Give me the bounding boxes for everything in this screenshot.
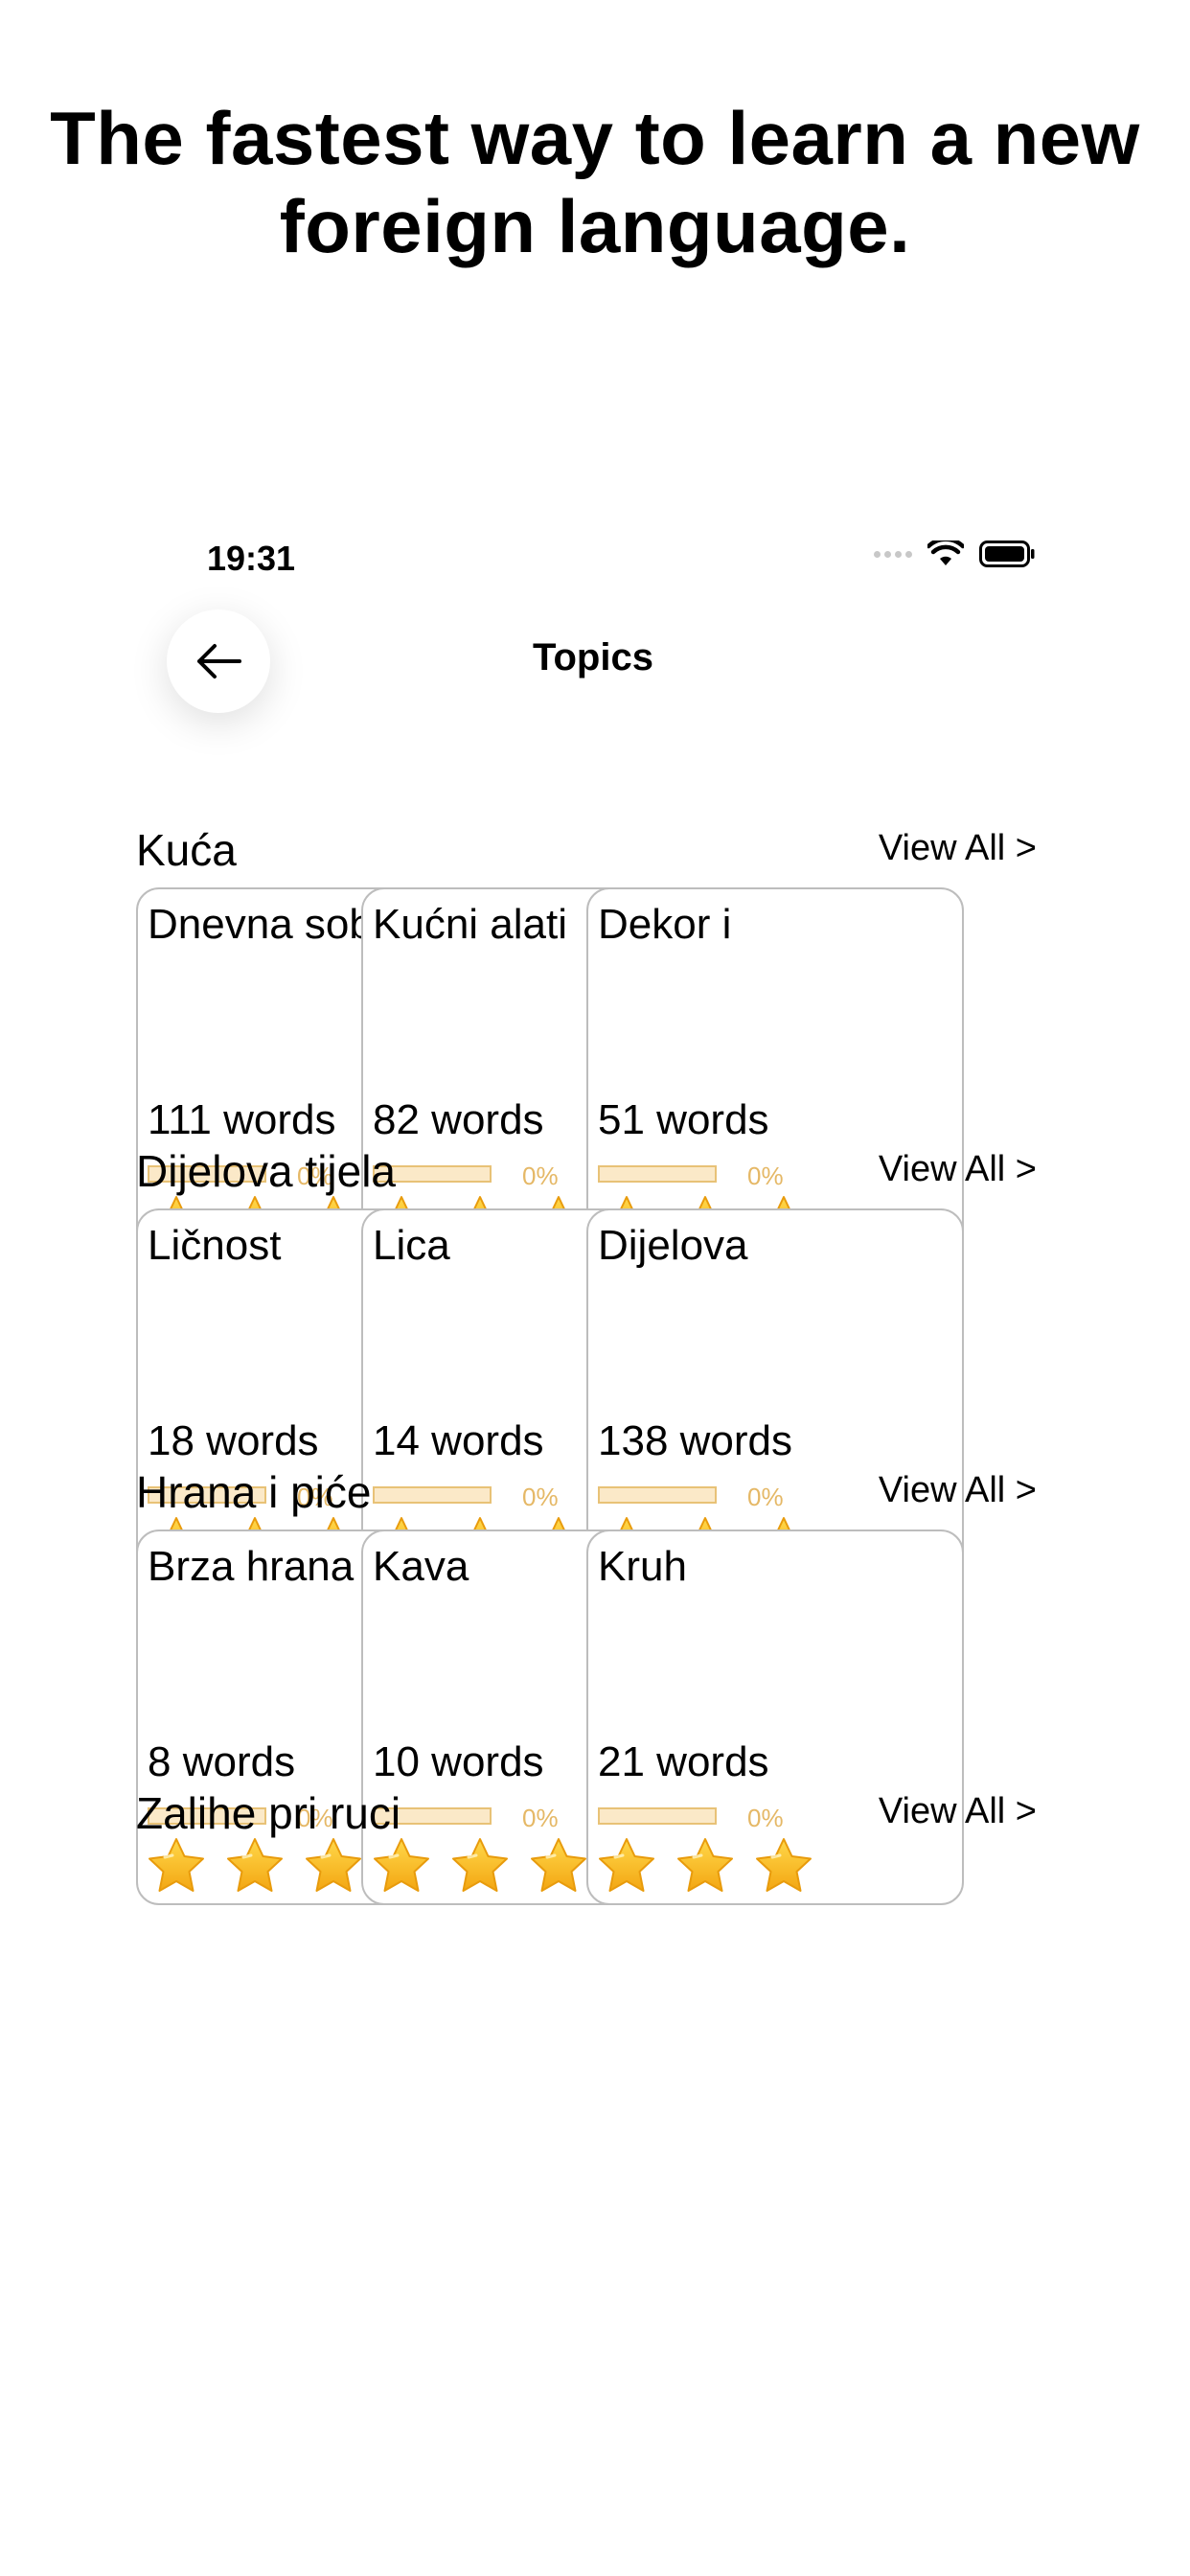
star-icon (675, 1836, 736, 1896)
word-count: 21 words (598, 1738, 769, 1785)
view-all-link[interactable]: View All > (879, 1470, 1037, 1511)
topic-card[interactable]: Kruh 21 words 0% (586, 1530, 964, 1905)
section-header: Dijelova tijela View All > (136, 1145, 1037, 1203)
star-icon (753, 1836, 814, 1896)
status-icons (874, 540, 1035, 567)
signal-icon (874, 550, 912, 558)
star-icon (371, 1836, 432, 1896)
word-count: 111 words (148, 1096, 336, 1143)
section-title: Zalihe pri ruci (136, 1788, 401, 1838)
star-rating (371, 1836, 589, 1896)
topic-card-row[interactable]: Brza hrana 8 words 0% Kava 10 words 0% Kruh 21 … (136, 1530, 1067, 1909)
word-count: 10 words (373, 1738, 544, 1785)
topic-card[interactable]: Dijelova 138 words 0% (586, 1208, 964, 1584)
word-count: 51 words (598, 1096, 769, 1143)
star-icon (528, 1836, 589, 1896)
section-header: Zalihe pri ruci View All > (136, 1787, 1037, 1845)
star-icon (146, 1836, 207, 1896)
star-icon (449, 1836, 511, 1896)
status-time: 19:31 (207, 539, 296, 578)
topic-title: Kruh (598, 1543, 687, 1590)
section-header: Hrana i piće View All > (136, 1466, 1037, 1524)
word-count: 18 words (148, 1417, 319, 1464)
star-rating (146, 1836, 364, 1896)
section-title: Dijelova tijela (136, 1146, 397, 1196)
view-all-link[interactable]: View All > (879, 828, 1037, 869)
battery-icon (979, 540, 1035, 567)
section-title: Kuća (136, 825, 237, 875)
topic-title: Ličnost (148, 1222, 282, 1269)
topic-title: Dnevna soba (148, 901, 397, 948)
view-all-link[interactable]: View All > (879, 1791, 1037, 1832)
topic-title: Brza hrana (148, 1543, 355, 1590)
star-rating (596, 1836, 814, 1896)
view-all-link[interactable]: View All > (879, 1149, 1037, 1190)
star-icon (596, 1836, 657, 1896)
section-title: Hrana i piće (136, 1467, 372, 1517)
word-count: 138 words (598, 1417, 793, 1464)
topic-title: Kućni alati (373, 901, 568, 948)
topic-title: Dekor i (598, 901, 732, 948)
section-header: Kuća View All > (136, 824, 1037, 882)
topic-title: Dijelova (598, 1222, 748, 1269)
wifi-icon (927, 540, 964, 567)
phone-screen: 19:31 Topics Kuća View All > Dnevna soba 11… (119, 518, 1067, 2576)
topic-card[interactable]: Dekor i 51 words 0% (586, 887, 964, 1263)
star-icon (303, 1836, 364, 1896)
word-count: 14 words (373, 1417, 544, 1464)
star-icon (224, 1836, 286, 1896)
page-title: Topics (533, 636, 653, 678)
headline: The fastest way to learn a new foreign l… (50, 96, 1140, 268)
word-count: 82 words (373, 1096, 544, 1143)
word-count: 8 words (148, 1738, 296, 1785)
topic-title: Kava (373, 1543, 469, 1590)
topic-title: Lica (373, 1222, 450, 1269)
